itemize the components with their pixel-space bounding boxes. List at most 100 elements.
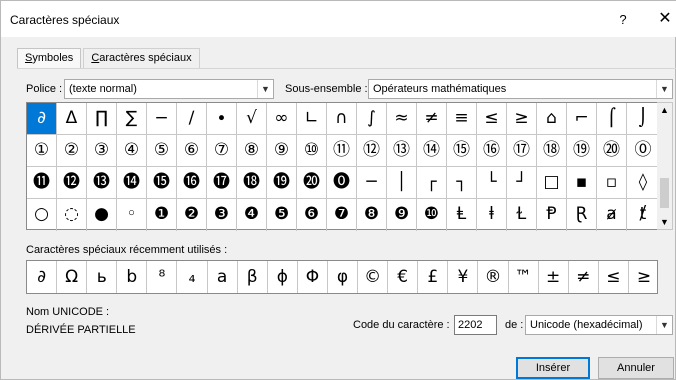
symbol-cell[interactable]: ⱥ [597, 199, 627, 231]
symbol-cell[interactable]: ⓫ [27, 167, 57, 199]
symbol-cell[interactable]: ① [27, 135, 57, 167]
symbol-cell[interactable]: ≡ [447, 103, 477, 135]
symbol-cell[interactable]: ◊ [627, 167, 659, 199]
recent-char-cell[interactable]: ⁸ [147, 261, 178, 293]
symbol-cell[interactable]: ⓪ [627, 135, 659, 167]
symbol-cell[interactable]: ⓯ [147, 167, 177, 199]
symbol-cell[interactable]: ⑭ [417, 135, 447, 167]
symbol-cell[interactable]: ④ [117, 135, 147, 167]
symbol-cell[interactable]: ⓭ [87, 167, 117, 199]
symbol-cell[interactable]: ○ [27, 199, 57, 231]
recent-char-cell[interactable]: ≤ [599, 261, 629, 293]
symbol-cell[interactable]: ❽ [357, 199, 387, 231]
from-select[interactable]: Unicode (hexadécimal) ▼ [525, 315, 673, 335]
police-select[interactable]: (texte normal) ▼ [64, 79, 274, 99]
symbol-cell[interactable]: ┐ [447, 167, 477, 199]
symbol-cell[interactable]: ⱡ [477, 199, 507, 231]
symbol-cell[interactable]: ∟ [297, 103, 327, 135]
recent-char-cell[interactable]: Ω [57, 261, 88, 293]
recent-char-cell[interactable]: ¥ [448, 261, 479, 293]
symbol-cell[interactable]: ⌂ [537, 103, 567, 135]
symbol-cell[interactable]: ◌ [57, 199, 87, 231]
symbol-cell[interactable]: ∙ [207, 103, 237, 135]
tab-symboles[interactable]: Symboles [17, 48, 82, 69]
close-button[interactable]: ✕ [655, 9, 675, 29]
symbol-cell[interactable]: ● [87, 199, 117, 231]
symbol-cell[interactable]: ∞ [267, 103, 297, 135]
subset-select[interactable]: Opérateurs mathématiques ▼ [368, 79, 673, 99]
symbol-cell[interactable]: ⌐ [567, 103, 597, 135]
symbol-cell[interactable]: ⓳ [267, 167, 297, 199]
symbol-cell[interactable]: ❶ [147, 199, 177, 231]
scroll-down-icon[interactable]: ▼ [657, 217, 672, 227]
recent-char-cell[interactable]: ™ [509, 261, 539, 293]
scroll-up-icon[interactable]: ▲ [657, 105, 672, 115]
symbol-cell[interactable]: ⑤ [147, 135, 177, 167]
symbol-cell[interactable]: ∩ [327, 103, 357, 135]
symbol-cell[interactable]: │ [387, 167, 417, 199]
symbol-cell[interactable]: ❾ [387, 199, 417, 231]
symbol-cell[interactable]: ┌ [417, 167, 447, 199]
recent-char-cell[interactable]: ∂ [27, 261, 58, 293]
symbol-cell[interactable]: ∫ [357, 103, 387, 135]
symbol-cell[interactable]: ❿ [417, 199, 447, 231]
symbol-cell[interactable]: ⌠ [597, 103, 627, 135]
symbol-cell[interactable]: ⑫ [357, 135, 387, 167]
symbol-cell[interactable]: ⓴ [297, 167, 327, 199]
recent-char-cell[interactable]: ≠ [569, 261, 599, 293]
symbol-cell[interactable]: ❺ [267, 199, 297, 231]
symbol-cell[interactable]: ⑯ [477, 135, 507, 167]
symbol-cell[interactable]: └ [477, 167, 507, 199]
symbol-cell[interactable]: ⑬ [387, 135, 417, 167]
symbol-cell[interactable]: ❻ [297, 199, 327, 231]
recent-char-cell[interactable]: ₄ [177, 261, 208, 293]
symbol-cell[interactable]: ⌡ [627, 103, 659, 135]
symbol-cell[interactable]: ≈ [387, 103, 417, 135]
symbol-cell[interactable]: ⑧ [237, 135, 267, 167]
insert-button[interactable]: Insérer [516, 357, 590, 379]
recent-char-cell[interactable]: Φ [298, 261, 328, 293]
char-code-input[interactable]: 2202 [454, 315, 497, 335]
symbol-cell[interactable]: ⓰ [177, 167, 207, 199]
symbol-cell[interactable]: ◦ [117, 199, 147, 231]
symbol-cell[interactable]: ❹ [237, 199, 267, 231]
symbol-cell[interactable]: ② [57, 135, 87, 167]
symbol-cell[interactable]: □ [537, 167, 567, 199]
symbol-cell[interactable]: ⑦ [207, 135, 237, 167]
symbol-cell[interactable]: ≥ [507, 103, 537, 135]
symbol-cell[interactable]: ⑨ [267, 135, 297, 167]
symbol-cell[interactable]: Ⱡ [447, 199, 477, 231]
recent-char-cell[interactable]: € [388, 261, 419, 293]
symbol-cell[interactable]: ③ [87, 135, 117, 167]
symbol-cell[interactable]: ⑲ [567, 135, 597, 167]
symbol-cell[interactable]: ≤ [477, 103, 507, 135]
recent-char-cell[interactable]: © [358, 261, 389, 293]
recent-char-cell[interactable]: ь [87, 261, 118, 293]
symbol-cell[interactable]: ⑥ [177, 135, 207, 167]
symbol-cell[interactable]: Δ [57, 103, 87, 135]
symbol-cell[interactable]: Ɫ [507, 199, 537, 231]
cancel-button[interactable]: Annuler [598, 357, 674, 379]
scroll-thumb[interactable] [660, 178, 669, 208]
tab-caracteres-speciaux[interactable]: Caractères spéciaux [83, 48, 200, 68]
symbol-cell[interactable]: ▪ [567, 167, 597, 199]
symbol-cell[interactable]: ❸ [207, 199, 237, 231]
symbol-cell[interactable]: ⓱ [207, 167, 237, 199]
recent-char-cell[interactable]: ϕ [268, 261, 298, 293]
symbol-cell[interactable]: ⓮ [117, 167, 147, 199]
recent-char-cell[interactable]: ± [539, 261, 569, 293]
symbol-cell[interactable]: √ [237, 103, 267, 135]
symbol-cell[interactable]: ⑳ [597, 135, 627, 167]
symbol-cell[interactable]: ∑ [117, 103, 147, 135]
recent-char-cell[interactable]: φ [328, 261, 359, 293]
symbol-cell[interactable]: ⓬ [57, 167, 87, 199]
symbol-cell[interactable]: ⑪ [327, 135, 357, 167]
recent-char-cell[interactable]: £ [418, 261, 449, 293]
symbol-cell[interactable]: ┘ [507, 167, 537, 199]
symbol-cell[interactable]: ⑩ [297, 135, 327, 167]
recent-char-cell[interactable]: β [238, 261, 268, 293]
recent-char-cell[interactable]: a [208, 261, 238, 293]
symbol-cell[interactable]: ⱦ [627, 199, 659, 231]
symbol-cell[interactable]: ≠ [417, 103, 447, 135]
symbol-cell[interactable]: ❼ [327, 199, 357, 231]
